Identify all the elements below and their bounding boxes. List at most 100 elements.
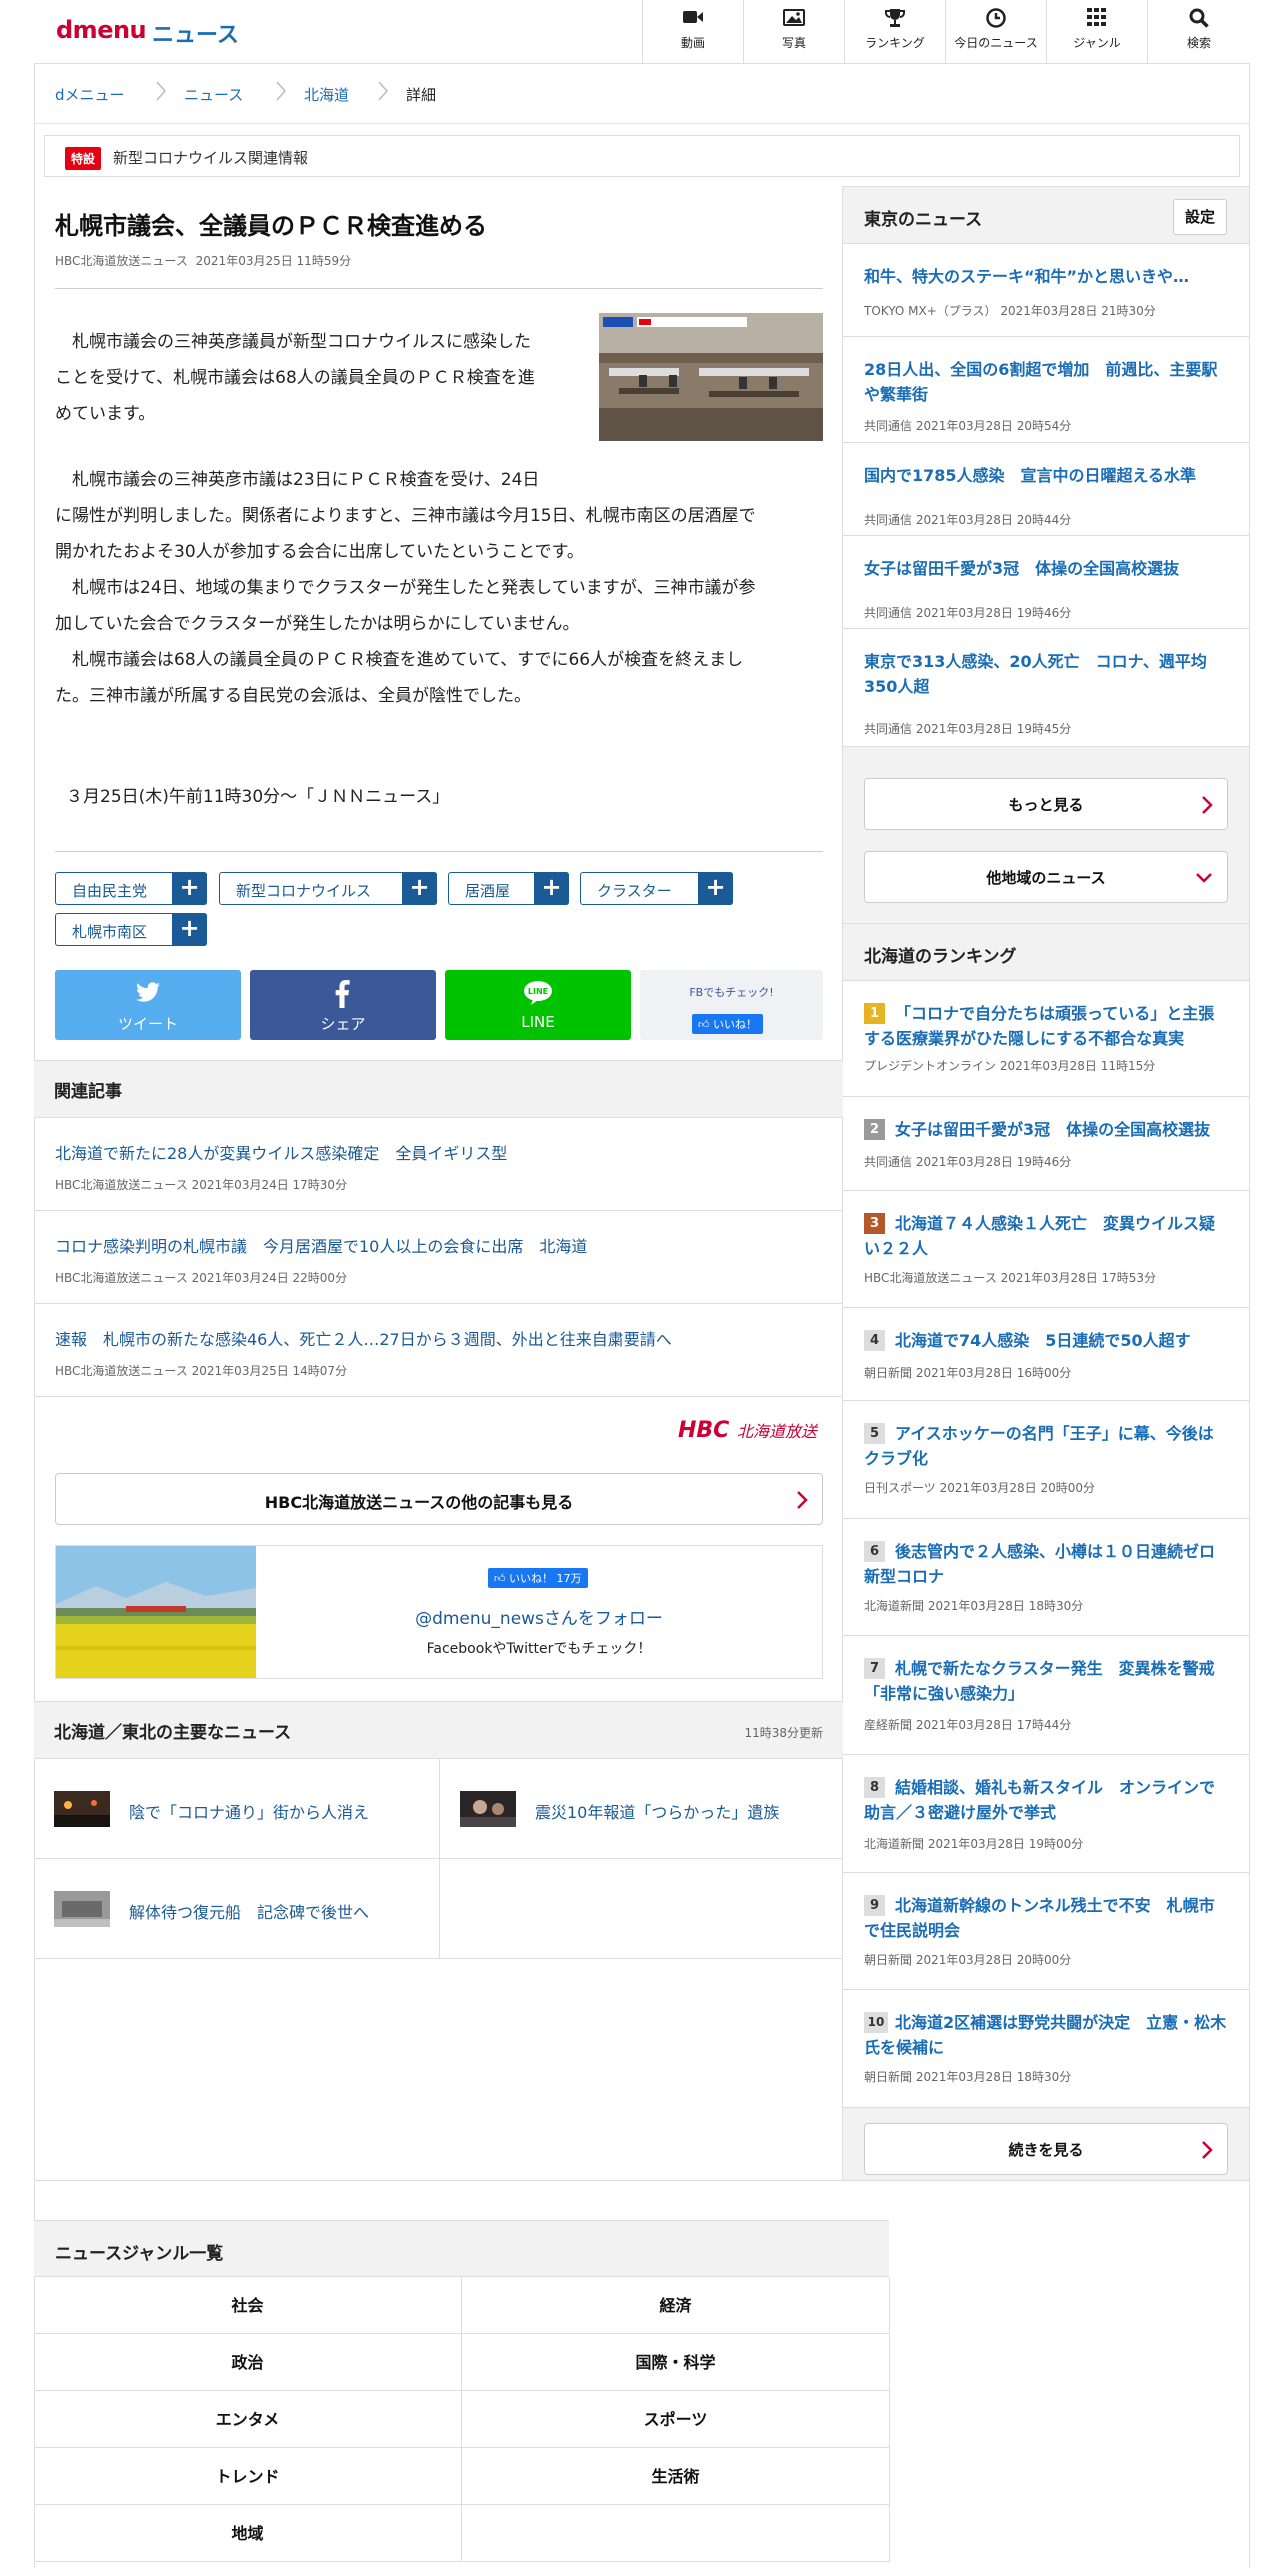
ranking-item[interactable]: 10 北海道2区補選は野党共闘が決定 立憲・松木氏を候補に 朝日新聞 2021年03… bbox=[843, 1990, 1249, 2108]
fb-like-button[interactable]: 👍︎ いいね！ bbox=[692, 1014, 763, 1034]
nav-today[interactable]: 今日のニュース bbox=[945, 0, 1046, 64]
ranking-heading-bar: 北海道のランキング bbox=[843, 923, 1249, 981]
nav-genre[interactable]: ジャンル bbox=[1046, 0, 1147, 64]
tokyo-news-title: 国内で1785人感染 宣言中の日曜超える水準 bbox=[864, 466, 1197, 485]
breadcrumb-news[interactable]: ニュース bbox=[184, 84, 243, 105]
ranking-title: アイスホッケーの名門「王子」に幕、今後はクラブ化 bbox=[864, 1424, 1214, 1468]
genre-international[interactable]: 国際・科学 bbox=[462, 2334, 890, 2391]
special-link-text: 新型コロナウイルス関連情報 bbox=[113, 149, 309, 167]
nav-search[interactable]: 検索 bbox=[1147, 0, 1250, 64]
tag-label: 札幌市南区 bbox=[72, 923, 148, 941]
tag-corona[interactable]: 新型コロナウイルス + bbox=[219, 872, 437, 905]
tag-jimin[interactable]: 自由民主党 + bbox=[55, 872, 207, 905]
tag-cluster[interactable]: クラスター + bbox=[580, 872, 733, 905]
ranking-item[interactable]: 6 後志管内で２人感染、小樽は１０日連続ゼロ 新型コロナ 北海道新聞 2021年03… bbox=[843, 1519, 1249, 1636]
ranking-more-label: 続きを見る bbox=[1008, 2141, 1084, 2159]
lead-line: めています。 bbox=[55, 404, 156, 424]
plus-icon[interactable]: + bbox=[534, 872, 569, 905]
tokyo-news-item[interactable]: 国内で1785人感染 宣言中の日曜超える水準 共同通信 2021年03月28日 … bbox=[843, 443, 1249, 536]
related-item[interactable]: 速報 札幌市の新たな感染46人、死亡２人…27日から３週間、外出と往来自粛要請へ… bbox=[34, 1304, 842, 1397]
genre-economy[interactable]: 経済 bbox=[462, 2277, 890, 2334]
breadcrumb-hokkaido[interactable]: 北海道 bbox=[304, 84, 349, 105]
genre-trend[interactable]: トレンド bbox=[34, 2448, 462, 2505]
major-news-item[interactable]: 陰で「コロナ通り」街から人消え bbox=[34, 1759, 440, 1859]
related-item[interactable]: 北海道で新たに28人が変異ウイルス感染確定 全員イギリス型 HBC北海道放送ニュ… bbox=[34, 1118, 842, 1211]
news-logo[interactable]: ニュース bbox=[152, 17, 239, 49]
provider-logo-main: HBC bbox=[678, 1418, 730, 1443]
ranking-title: 女子は留田千愛が3冠 体操の全国高校選抜 bbox=[895, 1120, 1211, 1139]
fb-like-label: いいね！ bbox=[713, 1018, 757, 1031]
provider-logo-sub: 北海道放送 bbox=[737, 1422, 818, 1441]
breadcrumb-dmenu[interactable]: dメニュー bbox=[55, 84, 125, 105]
tag-label: 自由民主党 bbox=[72, 882, 148, 900]
genre-region[interactable]: 地域 bbox=[34, 2505, 462, 2562]
tokyo-news-meta: TOKYO MX+（プラス） 2021年03月28日 21時30分 bbox=[864, 304, 1156, 318]
body-line: た。三神市議が所属する自民党の会派は、全員が陰性でした。 bbox=[55, 686, 531, 706]
special-banner[interactable]: 特設 新型コロナウイルス関連情報 bbox=[44, 135, 1240, 177]
nav-photo[interactable]: 写真 bbox=[743, 0, 844, 64]
ranking-item[interactable]: 5 アイスホッケーの名門「王子」に幕、今後はクラブ化 日刊スポーツ 2021年03月… bbox=[843, 1401, 1249, 1519]
ranking-title: 札幌で新たなクラスター発生 変異株を警戒「非常に強い感染力」 bbox=[864, 1659, 1215, 1703]
broadcast-info: ３月25日(木)午前11時30分～「ＪＮＮニュース」 bbox=[66, 787, 450, 807]
settings-button[interactable]: 設定 bbox=[1173, 199, 1227, 235]
related-meta: HBC北海道放送ニュース 2021年03月25日 14時07分 bbox=[55, 1364, 348, 1378]
ranking-item[interactable]: 9 北海道新幹線のトンネル残土で不安 札幌市で住民説明会 朝日新聞 2021年03月… bbox=[843, 1873, 1249, 1990]
ranking-title: 北海道新幹線のトンネル残土で不安 札幌市で住民説明会 bbox=[864, 1896, 1215, 1940]
tag-izakaya[interactable]: 居酒屋 + bbox=[448, 872, 569, 905]
tokyo-news-item[interactable]: 女子は留田千愛が3冠 体操の全国高校選抜 共同通信 2021年03月28日 19… bbox=[843, 536, 1249, 629]
chevron-down-icon bbox=[1196, 873, 1212, 883]
genre-empty bbox=[462, 2505, 890, 2562]
provider-more-button[interactable]: HBC北海道放送ニュースの他の記事も見る bbox=[55, 1473, 823, 1525]
fb-like-count[interactable]: 👍︎ いいね！ 17万 bbox=[488, 1568, 588, 1588]
ranking-item[interactable]: 4 北海道で74人感染 5日連続で50人超す 朝日新聞 2021年03月28日 16… bbox=[843, 1308, 1249, 1401]
plus-icon[interactable]: + bbox=[172, 913, 207, 946]
tokyo-more-button[interactable]: もっと見る bbox=[864, 778, 1228, 830]
tokyo-news-item[interactable]: 28日人出、全国の6割超で増加 前週比、主要駅や繁華街 共同通信 2021年03… bbox=[843, 337, 1249, 443]
tokyo-news-title: 東京で313人感染、20人死亡 コロナ、週平均350人超 bbox=[864, 652, 1207, 696]
nav-search-label: 検索 bbox=[1186, 36, 1211, 50]
tokyo-news-item[interactable]: 和牛、特大のステーキ“和牛”かと思いきや… TOKYO MX+（プラス） 202… bbox=[843, 244, 1249, 337]
related-meta: HBC北海道放送ニュース 2021年03月24日 22時00分 bbox=[55, 1271, 348, 1285]
nav-ranking[interactable]: ランキング bbox=[844, 0, 945, 64]
genre-heading: ニュースジャンル一覧 bbox=[55, 2244, 224, 2264]
plus-icon[interactable]: + bbox=[172, 872, 207, 905]
nav-ranking-label: ランキング bbox=[865, 36, 925, 50]
genre-lifestyle[interactable]: 生活術 bbox=[462, 2448, 890, 2505]
tokyo-news-item[interactable]: 東京で313人感染、20人死亡 コロナ、週平均350人超 共同通信 2021年0… bbox=[843, 629, 1249, 747]
ranking-item[interactable]: 8 結婚相談、婚礼も新スタイル オンラインで助言／３密避け屋外で挙式 北海道新聞 2… bbox=[843, 1755, 1249, 1873]
major-heading: 北海道／東北の主要なニュース bbox=[54, 1723, 292, 1743]
dmenu-logo[interactable]: dmenu bbox=[56, 16, 147, 44]
lead-line: 札幌市議会の三神英彦議員が新型コロナウイルスに感染した bbox=[55, 332, 531, 352]
ranking-item[interactable]: 3 北海道７４人感染１人死亡 変異ウイルス疑い２２人 HBC北海道放送ニュース 20… bbox=[843, 1191, 1249, 1308]
landscape-image bbox=[56, 1546, 256, 1678]
facebook-share-label: シェア bbox=[320, 1015, 366, 1033]
genre-entertainment[interactable]: エンタメ bbox=[34, 2391, 462, 2448]
ranking-meta: 朝日新聞 2021年03月28日 16時00分 bbox=[864, 1366, 1072, 1380]
ranking-item[interactable]: 1 「コロナで自分たちは頑張っている」と主張する医療業界がひた隠しにする不都合な真… bbox=[843, 981, 1249, 1097]
genre-politics[interactable]: 政治 bbox=[34, 2334, 462, 2391]
tokyo-news-meta: 共同通信 2021年03月28日 19時46分 bbox=[864, 606, 1072, 620]
ranking-item[interactable]: 2 女子は留田千愛が3冠 体操の全国高校選抜 共同通信 2021年03月28日 19… bbox=[843, 1097, 1249, 1191]
tweet-button[interactable]: ツイート bbox=[55, 970, 241, 1040]
related-item[interactable]: コロナ感染判明の札幌市議 今月居酒屋で10人以上の会食に出席 北海道 HBC北海… bbox=[34, 1211, 842, 1304]
tag-minami-ku[interactable]: 札幌市南区 + bbox=[55, 913, 207, 946]
article-photo[interactable] bbox=[599, 313, 823, 441]
genre-sports[interactable]: スポーツ bbox=[462, 2391, 890, 2448]
line-button[interactable]: LINE LINE bbox=[445, 970, 631, 1040]
nav-video[interactable]: 動画 bbox=[642, 0, 743, 64]
facebook-share-button[interactable]: シェア bbox=[250, 970, 436, 1040]
plus-icon[interactable]: + bbox=[698, 872, 733, 905]
ranking-more-button[interactable]: 続きを見る bbox=[864, 2123, 1228, 2175]
trophy-icon bbox=[845, 0, 945, 30]
major-news-thumb bbox=[54, 1791, 110, 1827]
article-meta: HBC北海道放送ニュース 2021年03月25日 11時59分 bbox=[55, 252, 351, 269]
genre-social[interactable]: 社会 bbox=[34, 2277, 462, 2334]
other-region-dropdown[interactable]: 他地域のニュース bbox=[864, 851, 1228, 903]
body-line: 札幌市議会は68人の議員全員のＰＣＲ検査を進めていて、すでに66人が検査を終えま… bbox=[55, 650, 744, 670]
tag-label: 新型コロナウイルス bbox=[236, 882, 372, 900]
major-news-item[interactable]: 解体待つ復元船 記念碑で後世へ bbox=[34, 1859, 440, 1959]
follow-link[interactable]: @dmenu_newsさんをフォロー bbox=[256, 1604, 822, 1629]
ranking-item[interactable]: 7 札幌で新たなクラスター発生 変異株を警戒「非常に強い感染力」 産経新聞 2021… bbox=[843, 1636, 1249, 1755]
major-news-item[interactable]: 震災10年報道「つらかった」遺族 bbox=[440, 1759, 843, 1859]
plus-icon[interactable]: + bbox=[402, 872, 437, 905]
